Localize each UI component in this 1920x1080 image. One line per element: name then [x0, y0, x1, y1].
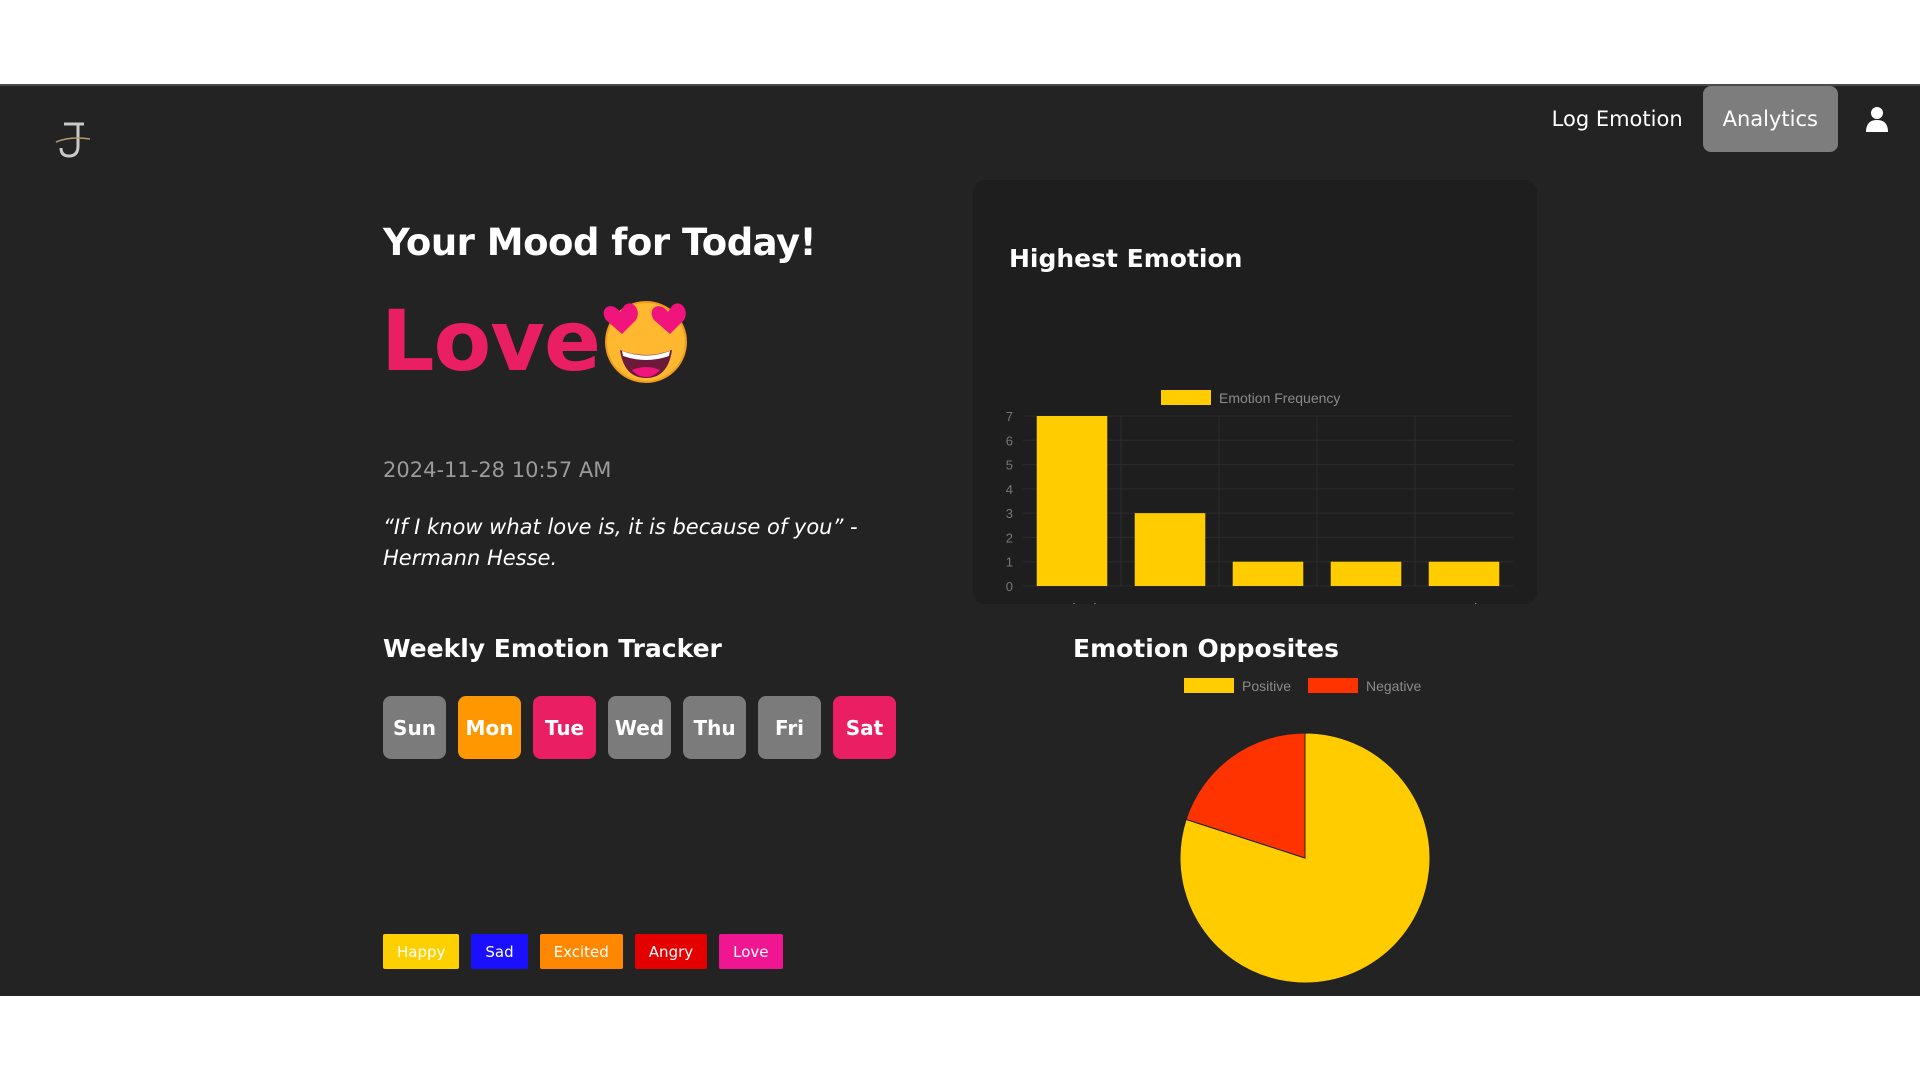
legend-swatch-positive [1184, 678, 1234, 693]
highest-emotion-card: 0 1 2 3 4 5 6 7 Excited Love Happy Angry Sad Emotion … [973, 180, 1537, 604]
legend-label-positive: Positive [1242, 678, 1291, 694]
legend-sad: Sad [471, 934, 528, 969]
app-container: Log Emotion Analytics Your Mood for Toda… [0, 84, 1920, 996]
app-logo[interactable] [50, 116, 98, 164]
y-tick-label: 6 [1006, 433, 1013, 448]
day-thu[interactable]: Thu [683, 696, 746, 759]
x-tick-label: Excited [1047, 601, 1096, 604]
day-tue[interactable]: Tue [533, 696, 596, 759]
emotion-opposites-title: Emotion Opposites [1073, 634, 1339, 663]
highest-emotion-title: Highest Emotion [1009, 244, 1243, 273]
day-mon[interactable]: Mon [458, 696, 521, 759]
x-tick-label: Love [1154, 601, 1187, 604]
x-tick-label: Angry [1346, 601, 1386, 604]
y-tick-label: 3 [1006, 506, 1013, 521]
top-nav: Log Emotion Analytics [1552, 86, 1888, 152]
bar-sad [1428, 561, 1500, 586]
y-tick-label: 2 [1006, 530, 1013, 545]
y-tick-label: 5 [1006, 458, 1013, 473]
bar-love [1134, 513, 1206, 586]
legend-label-negative: Negative [1366, 678, 1421, 694]
y-tick-label: 1 [1006, 555, 1013, 570]
y-tick-label: 4 [1006, 482, 1013, 497]
heart-eyes-emoji-icon [603, 301, 687, 383]
bar-angry [1330, 561, 1402, 586]
legend-happy: Happy [383, 934, 460, 969]
emotion-color-legend: Happy Sad Excited Angry Love [383, 934, 783, 969]
emotion-opposites-pie-chart: Positive Negative [1179, 678, 1431, 984]
legend-label: Emotion Frequency [1219, 390, 1340, 406]
x-tick-label: Happy [1246, 601, 1290, 604]
mood-title: Your Mood for Today! [383, 221, 817, 264]
bar-happy [1232, 561, 1304, 586]
nav-log-emotion[interactable]: Log Emotion [1552, 107, 1683, 131]
mood-emotion: Love [381, 292, 601, 390]
day-sun[interactable]: Sun [383, 696, 446, 759]
y-tick-label: 7 [1006, 409, 1013, 424]
emotion-opposites-card: Positive Negative [1150, 676, 1470, 986]
legend-love: Love [719, 934, 783, 969]
legend-swatch-negative [1308, 678, 1358, 693]
day-wed[interactable]: Wed [608, 696, 671, 759]
y-tick-label: 0 [1006, 579, 1013, 594]
mood-timestamp: 2024-11-28 10:57 AM [383, 458, 612, 482]
legend-angry: Angry [634, 934, 708, 969]
legend-excited: Excited [539, 934, 623, 969]
day-sat[interactable]: Sat [833, 696, 896, 759]
nav-analytics[interactable]: Analytics [1702, 86, 1838, 152]
x-tick-label: Sad [1451, 601, 1478, 604]
legend-swatch [1161, 390, 1211, 405]
mood-quote: “If I know what love is, it is because o… [383, 515, 858, 570]
bar-excited [1036, 416, 1108, 586]
day-fri[interactable]: Fri [758, 696, 821, 759]
weekly-days: Sun Mon Tue Wed Thu Fri Sat [383, 696, 896, 759]
weekly-tracker-title: Weekly Emotion Tracker [383, 634, 722, 663]
user-icon[interactable] [1866, 106, 1888, 132]
